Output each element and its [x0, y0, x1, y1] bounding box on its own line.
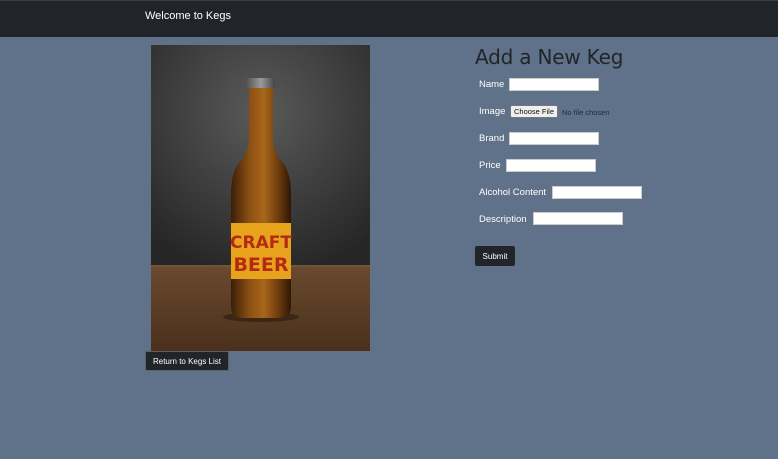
name-label: Name: [479, 79, 505, 90]
name-input[interactable]: [509, 78, 599, 91]
top-navbar: Welcome to Kegs: [0, 0, 778, 37]
file-status-text: No file chosen: [562, 108, 610, 117]
craft-beer-bottle-image: CRAFT BEER: [151, 45, 370, 351]
submit-button[interactable]: Submit: [475, 246, 515, 266]
form-title: Add a New Keg: [475, 45, 624, 69]
keg-image: CRAFT BEER: [151, 45, 370, 351]
label-text-craft: CRAFT: [230, 233, 292, 253]
price-input[interactable]: [506, 159, 596, 172]
brand-input[interactable]: [509, 132, 599, 145]
brand-label: Brand: [479, 133, 505, 144]
return-to-kegs-list-button[interactable]: Return to Kegs List: [145, 351, 229, 371]
label-text-beer: BEER: [233, 254, 288, 276]
description-input[interactable]: [533, 212, 623, 225]
price-label: Price: [479, 160, 501, 171]
description-label: Description: [479, 214, 527, 225]
navbar-brand-link[interactable]: Welcome to Kegs: [145, 10, 231, 22]
image-label: Image: [479, 106, 506, 117]
alcohol-content-label: Alcohol Content: [479, 187, 547, 198]
choose-file-button[interactable]: Choose File: [510, 105, 558, 118]
alcohol-content-input[interactable]: [552, 186, 642, 199]
